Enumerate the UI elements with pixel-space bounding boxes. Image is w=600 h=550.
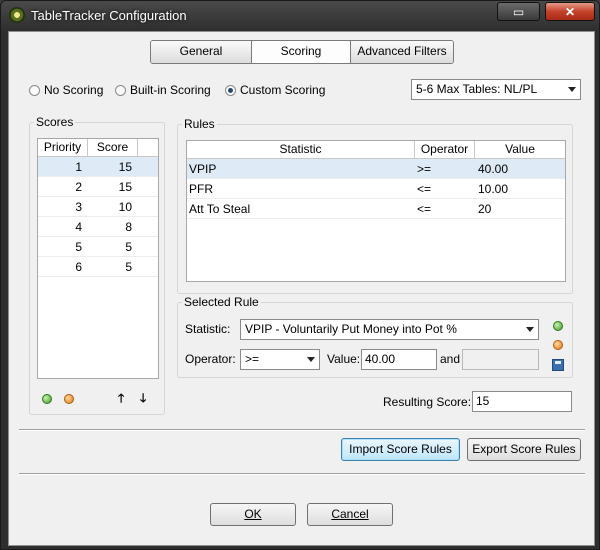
table-row[interactable]: PFR <= 10.00 bbox=[187, 179, 565, 199]
tab-general[interactable]: General bbox=[151, 41, 252, 63]
operator-cell: <= bbox=[417, 202, 432, 216]
column-header-value[interactable]: Value bbox=[475, 141, 565, 158]
priority-cell: 3 bbox=[75, 200, 82, 214]
table-row[interactable]: 1 15 bbox=[38, 157, 158, 177]
table-row[interactable]: VPIP >= 40.00 bbox=[187, 159, 565, 179]
close-button[interactable]: ✕ bbox=[545, 2, 595, 21]
table-type-value: 5-6 Max Tables: NL/PL bbox=[416, 82, 538, 96]
column-header-statistic[interactable]: Statistic bbox=[187, 141, 415, 158]
title-bar: TableTracker Configuration ▭ ✕ bbox=[1, 1, 599, 31]
restore-button[interactable]: ▭ bbox=[497, 2, 540, 21]
radio-button[interactable] bbox=[115, 84, 126, 96]
statistic-cell: Att To Steal bbox=[189, 202, 251, 216]
priority-cell: 4 bbox=[75, 220, 82, 234]
operator-select-value: >= bbox=[245, 352, 260, 366]
score-cell: 15 bbox=[118, 180, 132, 194]
operator-label: Operator: bbox=[185, 352, 236, 366]
priority-cell: 5 bbox=[75, 240, 82, 254]
statistic-cell: VPIP bbox=[189, 162, 217, 176]
table-type-select[interactable]: 5-6 Max Tables: NL/PL bbox=[411, 79, 581, 100]
value-cell: 10.00 bbox=[478, 182, 509, 196]
scores-table-header: Priority Score bbox=[38, 139, 158, 157]
remove-score-icon[interactable] bbox=[64, 394, 74, 404]
radio-built-in-scoring[interactable]: Built-in Scoring bbox=[115, 83, 211, 97]
value-label: Value: bbox=[327, 352, 361, 366]
priority-cell: 6 bbox=[75, 260, 82, 274]
resulting-score-field[interactable]: 15 bbox=[472, 391, 572, 412]
rules-table-header: Statistic Operator Value bbox=[187, 141, 565, 159]
priority-cell: 2 bbox=[75, 180, 82, 194]
radio-label: Custom Scoring bbox=[240, 83, 326, 97]
rules-group-title: Rules bbox=[182, 117, 217, 131]
add-rule-icon[interactable] bbox=[553, 321, 563, 331]
scores-table[interactable]: Priority Score 1 15 2 15 3 10 4 8 5 5 6 … bbox=[37, 138, 159, 379]
chevron-down-icon bbox=[568, 87, 576, 92]
table-row[interactable]: 3 10 bbox=[38, 197, 158, 217]
statistic-select[interactable]: VPIP - Voluntarily Put Money into Pot % bbox=[240, 319, 539, 340]
chevron-down-icon bbox=[526, 327, 534, 332]
statistic-label: Statistic: bbox=[185, 322, 231, 336]
second-value-field[interactable] bbox=[462, 349, 539, 370]
operator-select[interactable]: >= bbox=[240, 349, 320, 370]
and-label: and bbox=[440, 352, 461, 366]
radio-label: Built-in Scoring bbox=[130, 83, 211, 97]
separator bbox=[19, 473, 585, 475]
statistic-cell: PFR bbox=[189, 182, 213, 196]
app-icon bbox=[9, 7, 25, 23]
window-title: TableTracker Configuration bbox=[31, 8, 187, 23]
priority-cell: 1 bbox=[75, 160, 82, 174]
radio-no-scoring[interactable]: No Scoring bbox=[29, 83, 103, 97]
add-score-icon[interactable] bbox=[42, 394, 52, 404]
value-field[interactable]: 40.00 bbox=[361, 349, 437, 370]
window: TableTracker Configuration ▭ ✕ General S… bbox=[0, 0, 600, 550]
scores-group-title: Scores bbox=[34, 115, 76, 129]
selected-rule-group-title: Selected Rule bbox=[182, 295, 261, 309]
export-score-rules-button[interactable]: Export Score Rules bbox=[467, 438, 581, 461]
radio-button[interactable] bbox=[225, 84, 236, 96]
score-cell: 15 bbox=[118, 160, 132, 174]
table-row[interactable]: 6 5 bbox=[38, 257, 158, 277]
scores-group: Scores Priority Score 1 15 2 15 3 10 4 8… bbox=[29, 115, 165, 415]
cancel-button[interactable]: Cancel bbox=[307, 503, 393, 526]
score-cell: 8 bbox=[125, 220, 132, 234]
rules-table[interactable]: Statistic Operator Value VPIP >= 40.00 P… bbox=[186, 140, 566, 282]
save-icon[interactable] bbox=[552, 359, 564, 371]
radio-label: No Scoring bbox=[44, 83, 104, 97]
resulting-score-label: Resulting Score: bbox=[383, 395, 472, 409]
radio-custom-scoring[interactable]: Custom Scoring bbox=[225, 83, 325, 97]
tab-advanced-filters[interactable]: Advanced Filters bbox=[351, 41, 453, 63]
import-score-rules-button[interactable]: Import Score Rules bbox=[341, 438, 460, 461]
cancel-button-label: Cancel bbox=[331, 507, 369, 521]
ok-button[interactable]: OK bbox=[210, 503, 296, 526]
value-cell: 20 bbox=[478, 202, 492, 216]
selected-rule-group: Selected Rule Statistic: VPIP - Voluntar… bbox=[177, 295, 573, 378]
move-down-icon[interactable]: 🡓 bbox=[140, 389, 146, 410]
column-header-operator[interactable]: Operator bbox=[415, 141, 475, 158]
separator bbox=[19, 429, 585, 431]
chevron-down-icon bbox=[307, 357, 315, 362]
table-row[interactable]: 5 5 bbox=[38, 237, 158, 257]
column-header-priority[interactable]: Priority bbox=[38, 139, 88, 156]
ok-button-label: OK bbox=[244, 507, 262, 521]
score-cell: 5 bbox=[125, 260, 132, 274]
statistic-select-value: VPIP - Voluntarily Put Money into Pot % bbox=[245, 322, 457, 336]
score-cell: 5 bbox=[125, 240, 132, 254]
rules-group: Rules Statistic Operator Value VPIP >= 4… bbox=[177, 117, 573, 294]
operator-cell: <= bbox=[417, 182, 432, 196]
table-row[interactable]: 2 15 bbox=[38, 177, 158, 197]
radio-button[interactable] bbox=[29, 84, 40, 96]
move-up-icon[interactable]: 🡑 bbox=[118, 389, 124, 410]
score-cell: 10 bbox=[118, 200, 132, 214]
tab-scoring[interactable]: Scoring bbox=[252, 41, 351, 63]
remove-rule-icon[interactable] bbox=[553, 340, 563, 350]
value-cell: 40.00 bbox=[478, 162, 509, 176]
column-header-score[interactable]: Score bbox=[88, 139, 138, 156]
tab-bar: General Scoring Advanced Filters bbox=[150, 40, 454, 64]
table-row[interactable]: 4 8 bbox=[38, 217, 158, 237]
operator-cell: >= bbox=[417, 162, 432, 176]
table-row[interactable]: Att To Steal <= 20 bbox=[187, 199, 565, 219]
dialog-body: General Scoring Advanced Filters No Scor… bbox=[8, 31, 595, 546]
